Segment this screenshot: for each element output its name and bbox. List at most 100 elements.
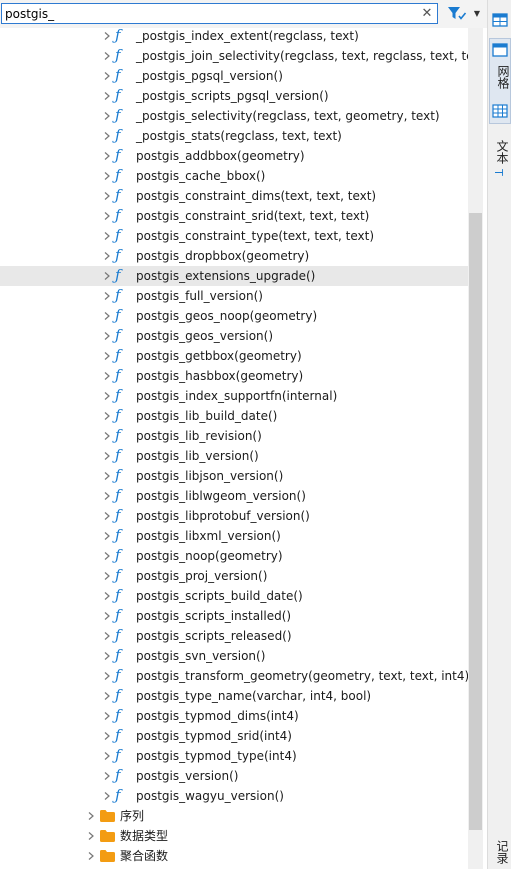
chevron-right-icon[interactable] <box>102 526 112 546</box>
function-item[interactable]: ƒ _postgis_pgsql_version() <box>0 66 468 86</box>
function-item[interactable]: ƒ postgis_lib_revision() <box>0 426 468 446</box>
function-item[interactable]: ƒ postgis_type_name(varchar, int4, bool) <box>0 686 468 706</box>
chevron-right-icon[interactable] <box>102 666 112 686</box>
chevron-right-icon[interactable] <box>102 406 112 426</box>
chevron-right-icon[interactable] <box>102 446 112 466</box>
function-item[interactable]: ƒ postgis_addbbox(geometry) <box>0 146 468 166</box>
function-item[interactable]: ƒ postgis_transform_geometry(geometry, te… <box>0 666 468 686</box>
chevron-right-icon[interactable] <box>102 426 112 446</box>
chevron-right-icon[interactable] <box>102 386 112 406</box>
chevron-right-icon[interactable] <box>102 366 112 386</box>
chevron-right-icon[interactable] <box>102 166 112 186</box>
function-item[interactable]: ƒ postgis_noop(geometry) <box>0 546 468 566</box>
function-item[interactable]: ƒ _postgis_selectivity(regclass, text, ge… <box>0 106 468 126</box>
function-item[interactable]: ƒ postgis_hasbbox(geometry) <box>0 366 468 386</box>
function-item[interactable]: ƒ postgis_getbbox(geometry) <box>0 346 468 366</box>
chevron-right-icon[interactable] <box>102 486 112 506</box>
chevron-right-icon[interactable] <box>102 746 112 766</box>
chevron-right-icon[interactable] <box>102 726 112 746</box>
chevron-right-icon[interactable] <box>102 506 112 526</box>
function-item[interactable]: ƒ postgis_scripts_installed() <box>0 606 468 626</box>
function-item[interactable]: ƒ _postgis_join_selectivity(regclass, tex… <box>0 46 468 66</box>
function-item[interactable]: ƒ postgis_typmod_dims(int4) <box>0 706 468 726</box>
search-box[interactable]: ✕ <box>1 3 438 24</box>
chevron-right-icon[interactable] <box>102 46 112 66</box>
chevron-right-icon[interactable] <box>102 326 112 346</box>
chevron-right-icon[interactable] <box>102 66 112 86</box>
function-item[interactable]: ƒ postgis_constraint_srid(text, text, tex… <box>0 206 468 226</box>
function-item[interactable]: ƒ postgis_wagyu_version() <box>0 786 468 806</box>
function-item[interactable]: ƒ postgis_lib_build_date() <box>0 406 468 426</box>
chevron-right-icon[interactable] <box>102 346 112 366</box>
function-item[interactable]: ƒ postgis_constraint_dims(text, text, tex… <box>0 186 468 206</box>
text-view-tab[interactable]: 文本 T <box>489 136 511 182</box>
chevron-right-icon[interactable] <box>102 586 112 606</box>
chevron-right-icon[interactable] <box>102 626 112 646</box>
chevron-right-icon[interactable] <box>86 846 96 866</box>
function-item[interactable]: ƒ postgis_cache_bbox() <box>0 166 468 186</box>
chevron-right-icon[interactable] <box>102 126 112 146</box>
function-icon: ƒ <box>115 486 121 504</box>
function-label: postgis_type_name(varchar, int4, bool) <box>136 689 372 703</box>
panel-toggle-button[interactable] <box>489 10 511 30</box>
filter-dropdown-button[interactable]: ▼ <box>471 7 483 21</box>
chevron-right-icon[interactable] <box>102 646 112 666</box>
chevron-right-icon[interactable] <box>102 466 112 486</box>
grid-view-tab[interactable]: 网格 <box>489 38 511 124</box>
function-item[interactable]: ƒ _postgis_index_extent(regclass, text) <box>0 28 468 46</box>
function-item[interactable]: ƒ postgis_scripts_build_date() <box>0 586 468 606</box>
chevron-right-icon[interactable] <box>102 266 112 286</box>
chevron-right-icon[interactable] <box>102 246 112 266</box>
chevron-right-icon[interactable] <box>86 826 96 846</box>
function-icon: ƒ <box>115 66 121 84</box>
function-item[interactable]: ƒ postgis_dropbbox(geometry) <box>0 246 468 266</box>
filter-button[interactable] <box>446 5 468 23</box>
function-item[interactable]: ƒ postgis_geos_version() <box>0 326 468 346</box>
function-item[interactable]: ƒ postgis_libxml_version() <box>0 526 468 546</box>
chevron-right-icon[interactable] <box>102 786 112 806</box>
function-item[interactable]: ƒ postgis_libprotobuf_version() <box>0 506 468 526</box>
function-item[interactable]: ƒ postgis_geos_noop(geometry) <box>0 306 468 326</box>
grid-panel-icon <box>492 43 508 57</box>
chevron-right-icon[interactable] <box>102 226 112 246</box>
chevron-right-icon[interactable] <box>86 806 96 826</box>
clear-search-button[interactable]: ✕ <box>419 5 435 22</box>
chevron-right-icon[interactable] <box>102 86 112 106</box>
chevron-right-icon[interactable] <box>102 306 112 326</box>
function-item[interactable]: ƒ postgis_scripts_released() <box>0 626 468 646</box>
function-item[interactable]: ƒ postgis_liblwgeom_version() <box>0 486 468 506</box>
function-label: postgis_libxml_version() <box>136 529 281 543</box>
function-item[interactable]: ƒ postgis_typmod_srid(int4) <box>0 726 468 746</box>
chevron-right-icon[interactable] <box>102 146 112 166</box>
function-item[interactable]: ƒ _postgis_stats(regclass, text, text) <box>0 126 468 146</box>
function-item[interactable]: ƒ postgis_version() <box>0 766 468 786</box>
chevron-right-icon[interactable] <box>102 566 112 586</box>
function-item[interactable]: ƒ _postgis_scripts_pgsql_version() <box>0 86 468 106</box>
chevron-right-icon[interactable] <box>102 206 112 226</box>
chevron-right-icon[interactable] <box>102 606 112 626</box>
chevron-right-icon[interactable] <box>102 546 112 566</box>
scrollbar-thumb[interactable] <box>469 213 482 830</box>
chevron-right-icon[interactable] <box>102 106 112 126</box>
function-item[interactable]: ƒ postgis_constraint_type(text, text, tex… <box>0 226 468 246</box>
function-item[interactable]: ƒ postgis_typmod_type(int4) <box>0 746 468 766</box>
function-label: postgis_typmod_srid(int4) <box>136 729 292 743</box>
search-input[interactable] <box>5 5 415 22</box>
log-view-tab[interactable]: 记录 <box>489 838 511 868</box>
function-item[interactable]: ƒ postgis_extensions_upgrade() <box>0 266 468 286</box>
folder-item[interactable]: 聚合函数 <box>0 846 468 866</box>
function-item[interactable]: ƒ postgis_lib_version() <box>0 446 468 466</box>
folder-item[interactable]: 序列 <box>0 806 468 826</box>
function-item[interactable]: ƒ postgis_libjson_version() <box>0 466 468 486</box>
chevron-right-icon[interactable] <box>102 686 112 706</box>
chevron-right-icon[interactable] <box>102 186 112 206</box>
folder-item[interactable]: 数据类型 <box>0 826 468 846</box>
function-item[interactable]: ƒ postgis_full_version() <box>0 286 468 306</box>
function-item[interactable]: ƒ postgis_index_supportfn(internal) <box>0 386 468 406</box>
chevron-right-icon[interactable] <box>102 706 112 726</box>
chevron-right-icon[interactable] <box>102 28 112 46</box>
function-item[interactable]: ƒ postgis_svn_version() <box>0 646 468 666</box>
function-item[interactable]: ƒ postgis_proj_version() <box>0 566 468 586</box>
chevron-right-icon[interactable] <box>102 286 112 306</box>
chevron-right-icon[interactable] <box>102 766 112 786</box>
